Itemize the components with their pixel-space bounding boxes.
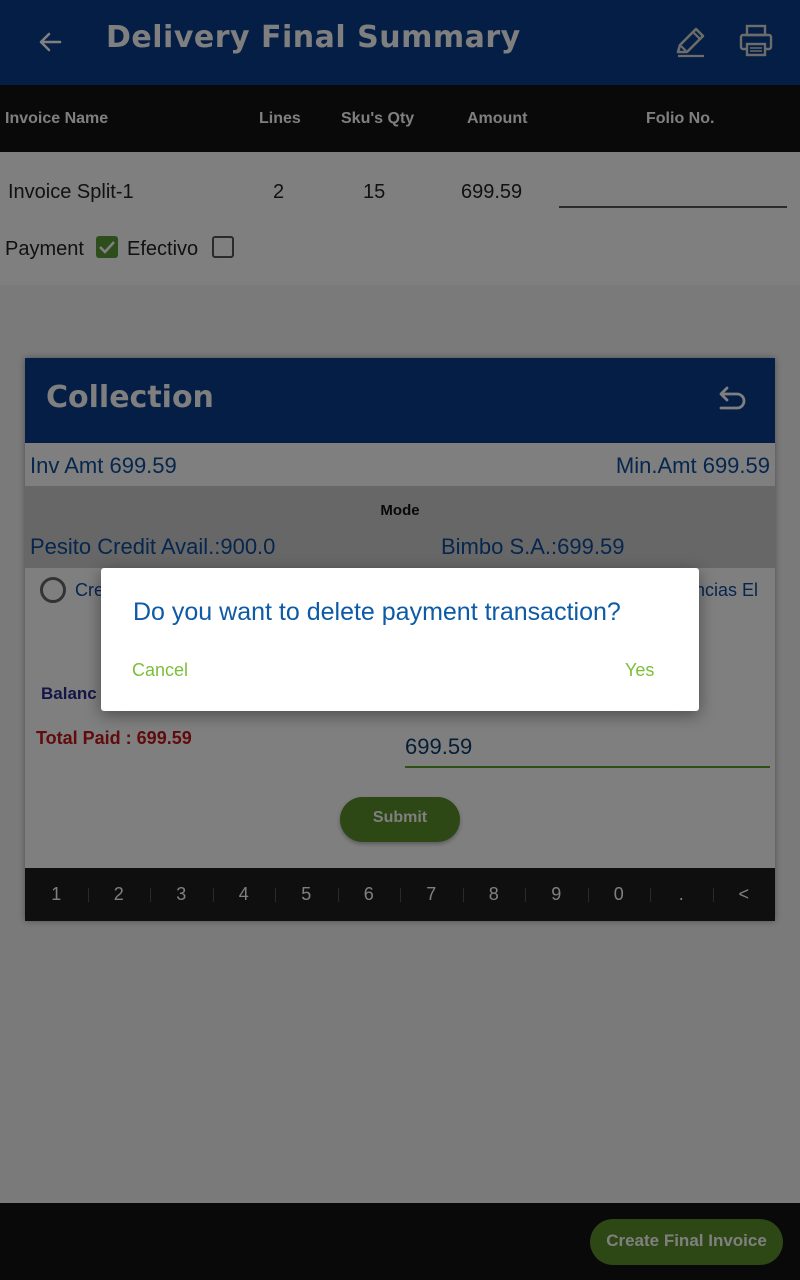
delete-confirm-dialog: Do you want to delete payment transactio… — [101, 568, 699, 711]
yes-button[interactable]: Yes — [625, 660, 654, 681]
dialog-message: Do you want to delete payment transactio… — [133, 598, 621, 626]
cancel-button[interactable]: Cancel — [132, 660, 188, 681]
